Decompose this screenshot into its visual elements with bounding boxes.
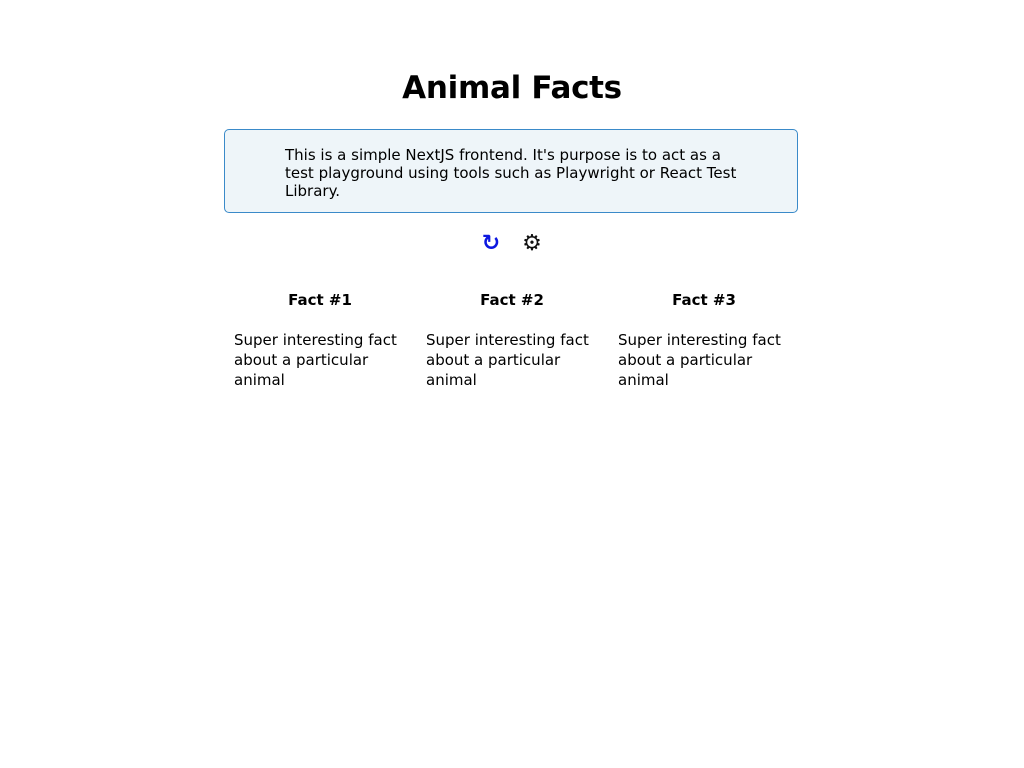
fact-title: Fact #2 bbox=[480, 291, 544, 309]
fact-body: Super interesting fact about a particula… bbox=[234, 331, 397, 389]
fact-title: Fact #1 bbox=[288, 291, 352, 309]
page-title: Animal Facts bbox=[402, 70, 622, 106]
fact-body: Super interesting fact about a particula… bbox=[426, 331, 589, 389]
fact-card-3: Fact #3 Super interesting fact about a p… bbox=[618, 289, 790, 390]
controls-bar: ↻ ⚙ bbox=[0, 230, 1024, 260]
page: Animal Facts This is a simple NextJS fro… bbox=[0, 0, 1024, 768]
fact-card-1: Fact #1 Super interesting fact about a p… bbox=[234, 289, 406, 390]
refresh-icon[interactable]: ↻ bbox=[478, 230, 504, 258]
fact-body: Super interesting fact about a particula… bbox=[618, 331, 781, 389]
fact-title: Fact #3 bbox=[672, 291, 736, 309]
gear-icon[interactable]: ⚙ bbox=[519, 230, 545, 258]
info-box: This is a simple NextJS frontend. It's p… bbox=[224, 129, 798, 213]
info-text: This is a simple NextJS frontend. It's p… bbox=[285, 146, 737, 200]
fact-card-2: Fact #2 Super interesting fact about a p… bbox=[426, 289, 598, 390]
